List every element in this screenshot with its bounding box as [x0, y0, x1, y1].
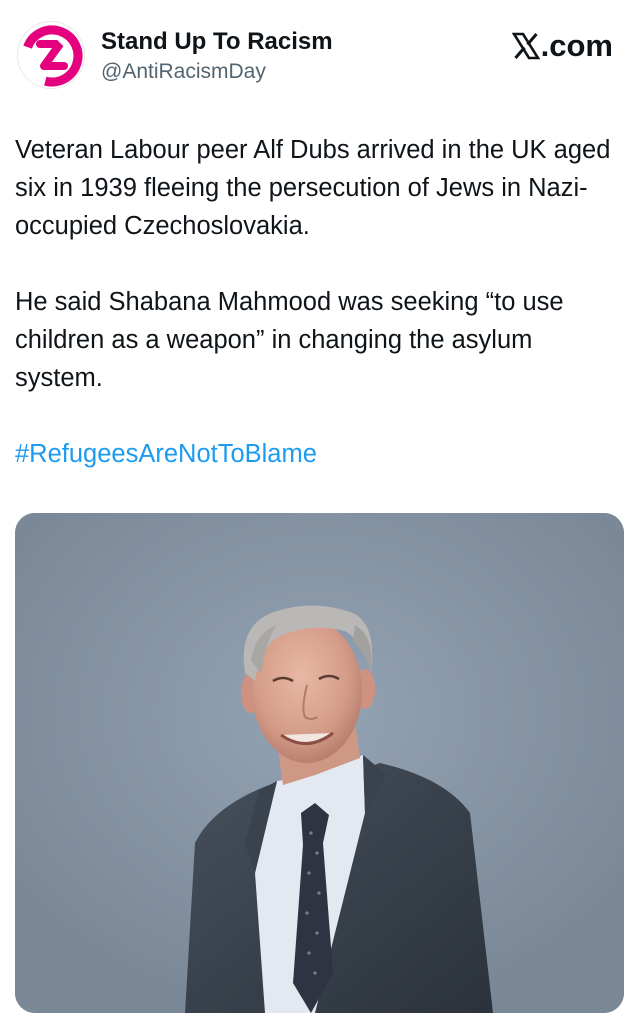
- x-com-mark: .com: [511, 28, 613, 64]
- stand-up-to-racism-logo-icon: [21, 25, 83, 87]
- post-media-photo[interactable]: [15, 513, 624, 1013]
- post-paragraph-1: Veteran Labour peer Alf Dubs arrived in …: [15, 136, 611, 240]
- display-name[interactable]: Stand Up To Racism: [101, 28, 333, 56]
- post-text: Veteran Labour peer Alf Dubs arrived in …: [15, 131, 625, 473]
- source-label: .com: [540, 28, 613, 63]
- avatar[interactable]: [17, 21, 85, 89]
- post-header: Stand Up To Racism @AntiRacismDay .com: [0, 0, 639, 110]
- handle[interactable]: @AntiRacismDay: [101, 60, 266, 84]
- hashtag-link[interactable]: #RefugeesAreNotToBlame: [15, 435, 625, 473]
- post-paragraph-2: He said Shabana Mahmood was seeking “to …: [15, 288, 564, 392]
- portrait-photo: [15, 513, 624, 1013]
- x-logo-icon: [511, 32, 540, 60]
